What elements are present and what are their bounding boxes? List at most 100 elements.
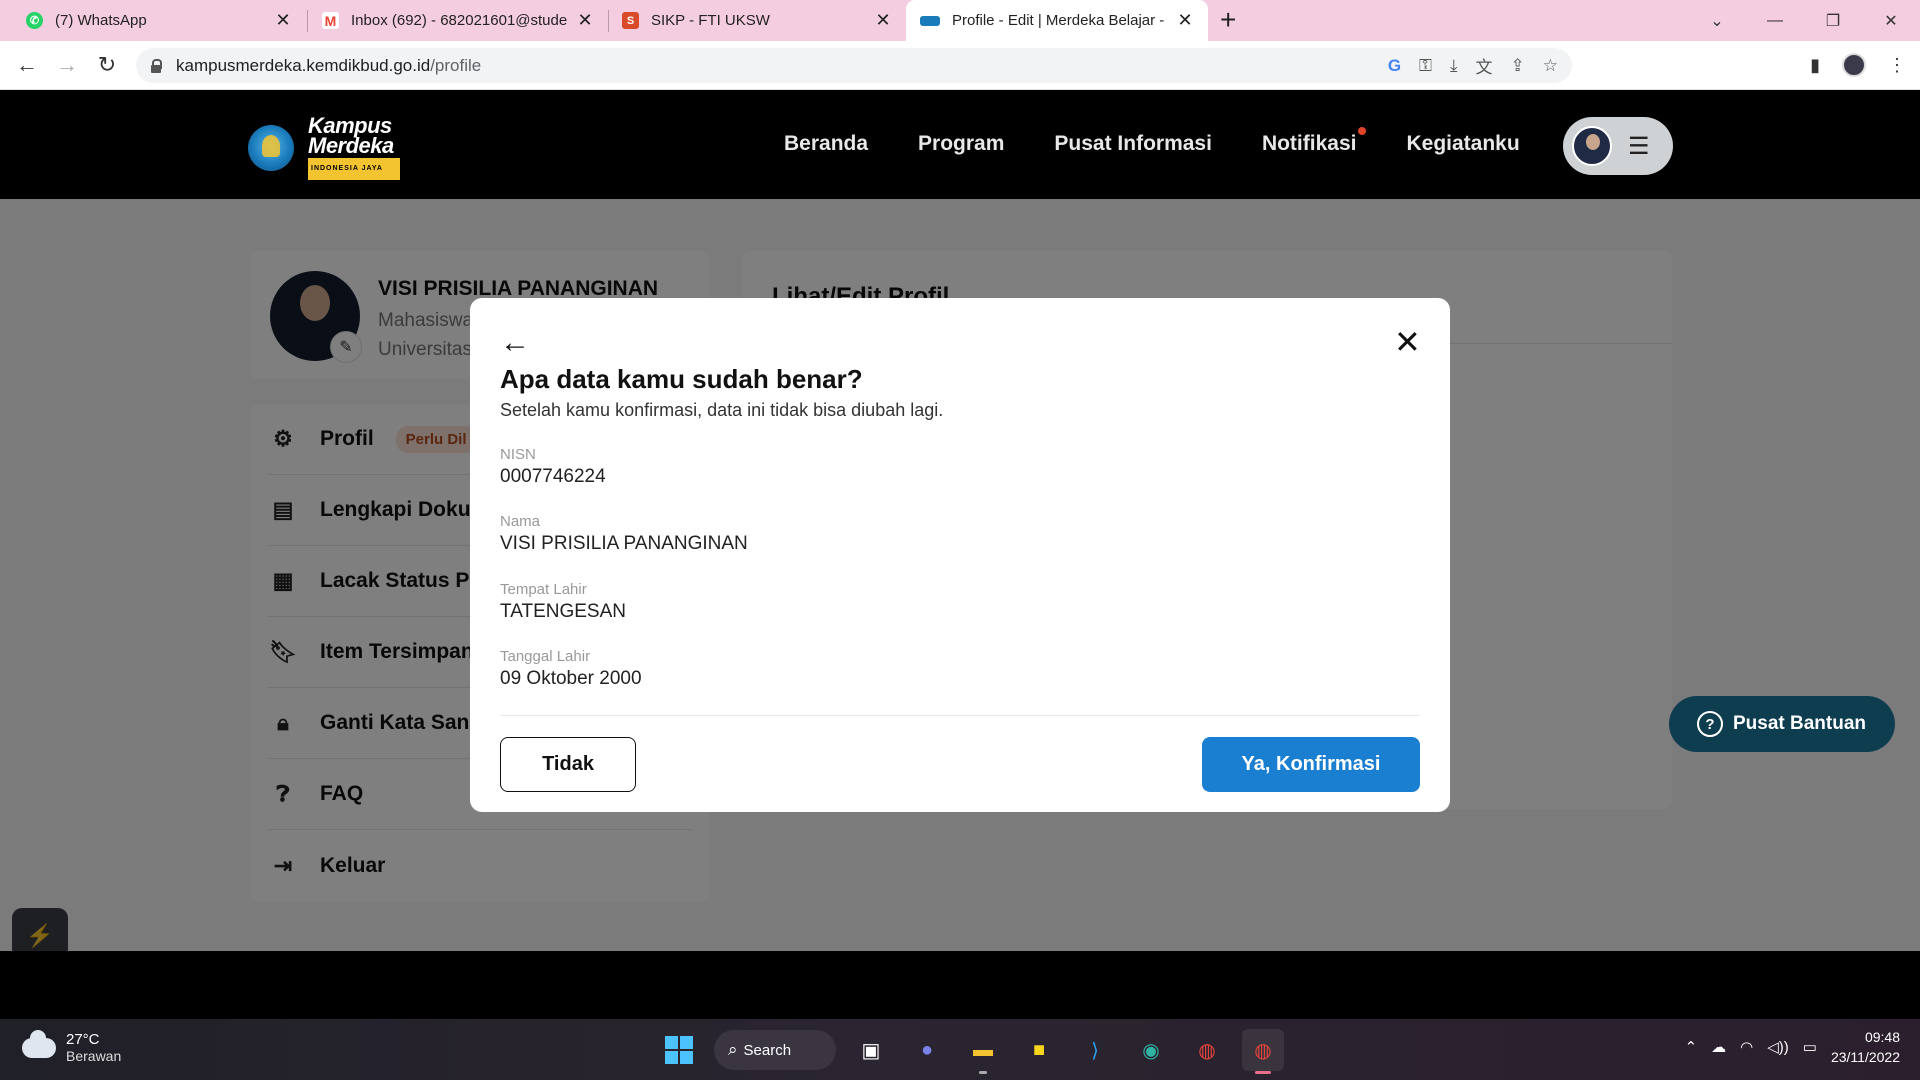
user-menu-button[interactable]: ☰ [1563, 117, 1673, 175]
modal-title: Apa data kamu sudah benar? [500, 364, 863, 394]
wifi-icon[interactable]: ◠ [1740, 1038, 1753, 1056]
close-tab-icon[interactable]: ✕ [1176, 10, 1194, 31]
help-button-label: Pusat Bantuan [1733, 713, 1867, 734]
weather-widget[interactable]: 27°C Berawan [22, 1029, 122, 1064]
help-question-icon: ? [1697, 711, 1723, 737]
volume-icon[interactable]: ◁)) [1767, 1038, 1789, 1056]
lock-icon[interactable] [150, 58, 162, 73]
field-value: 09 Oktober 2000 [500, 668, 642, 689]
field-value: TATENGESAN [500, 601, 626, 622]
chrome-icon[interactable]: ◍ [1186, 1029, 1228, 1071]
clock[interactable]: 09:48 23/11/2022 [1831, 1027, 1900, 1067]
field-label: Nama [500, 513, 541, 530]
tab-sikp[interactable]: S SIKP - FTI UKSW ✕ [596, 0, 906, 41]
translate-icon[interactable]: 文 [1476, 53, 1493, 78]
browser-tab-strip: ✆ (7) WhatsApp ✕ M Inbox (692) - 6820216… [0, 0, 1920, 41]
tab-profile-edit[interactable]: Profile - Edit | Merdeka Belajar - Kampu… [906, 0, 1208, 41]
url-path: /profile [430, 55, 482, 75]
confirm-data-modal: ← ✕ Apa data kamu sudah benar? Setelah k… [470, 298, 1450, 812]
omnibox-icons: G ⚿ ⤓ 文 ⇪ ☆ [1388, 48, 1558, 83]
key-icon[interactable]: ⚿ [1419, 56, 1432, 76]
field-value: 0007746224 [500, 466, 606, 487]
kampus-merdeka-logo[interactable]: Kampus Merdeka INDONESIA JAYA [248, 115, 400, 180]
forward-icon[interactable]: → [53, 52, 81, 78]
tab-gmail[interactable]: M Inbox (692) - 682021601@student.uksw.e… [298, 0, 608, 41]
field-label: NISN [500, 446, 536, 463]
sikp-icon: S [622, 12, 639, 29]
screen: ✆ (7) WhatsApp ✕ M Inbox (692) - 6820216… [0, 0, 1920, 1080]
tab-title: (7) WhatsApp [55, 12, 147, 29]
page-footer-area [0, 951, 1920, 1019]
close-icon[interactable]: ✕ [1394, 326, 1421, 358]
nav-pusat-informasi[interactable]: Pusat Informasi [1054, 132, 1212, 156]
restore-icon[interactable]: ❐ [1804, 11, 1862, 31]
share-icon[interactable]: ⇪ [1511, 56, 1525, 76]
google-icon[interactable]: G [1388, 56, 1401, 76]
start-button[interactable] [658, 1029, 700, 1071]
cloud-icon [22, 1029, 56, 1058]
teams-chat-icon[interactable]: ● [906, 1029, 948, 1071]
search-label: Search [743, 1041, 792, 1059]
field-value: VISI PRISILIA PANANGINAN [500, 533, 748, 554]
tab-whatsapp[interactable]: ✆ (7) WhatsApp ✕ [0, 0, 306, 41]
file-explorer-icon[interactable]: ▬ [962, 1029, 1004, 1074]
minimize-icon[interactable]: — [1746, 12, 1804, 30]
menu-kebab-icon[interactable]: ⋮ [1888, 55, 1906, 76]
system-tray: ⌃ ☁ ◠ ◁)) ▭ 09:48 23/11/2022 [1685, 1027, 1900, 1067]
battery-icon[interactable]: ▭ [1803, 1038, 1817, 1056]
task-view-icon[interactable]: ▣ [850, 1029, 892, 1071]
kampus-merdeka-icon [920, 15, 940, 26]
close-tab-icon[interactable]: ✕ [576, 10, 594, 31]
nav-notifikasi-label: Notifikasi [1261, 132, 1357, 155]
window-close-icon[interactable]: ✕ [1862, 11, 1920, 31]
tab-title: SIKP - FTI UKSW [651, 12, 770, 29]
logo-line-2: Merdeka [308, 133, 394, 158]
onedrive-cloud-icon[interactable]: ☁ [1711, 1038, 1726, 1056]
search-icon: ⌕ [728, 1040, 738, 1059]
confirm-button[interactable]: Ya, Konfirmasi [1202, 737, 1420, 792]
toolbar-right: ▮ ⋮ [1810, 53, 1906, 77]
close-tab-icon[interactable]: ✕ [274, 10, 292, 31]
tab-title: Inbox (692) - 682021601@student.uksw.edu [351, 12, 568, 29]
new-tab-button[interactable]: + [1220, 6, 1236, 34]
window-controls: ⌄ — ❐ ✕ [1688, 0, 1920, 41]
cancel-button[interactable]: Tidak [500, 737, 636, 792]
field-tempat-lahir: Tempat Lahir TATENGESAN [500, 581, 626, 623]
address-bar[interactable]: kampusmerdeka.kemdikbud.go.id/profile G … [136, 48, 1572, 83]
field-label: Tanggal Lahir [500, 648, 591, 665]
field-tanggal-lahir: Tanggal Lahir 09 Oktober 2000 [500, 648, 642, 690]
logo-wordmark: Kampus Merdeka INDONESIA JAYA [308, 115, 400, 180]
hamburger-icon: ☰ [1628, 132, 1650, 160]
close-tab-icon[interactable]: ✕ [874, 10, 892, 31]
chevron-up-icon[interactable]: ⌃ [1685, 1038, 1698, 1056]
modal-subtitle: Setelah kamu konfirmasi, data ini tidak … [500, 400, 944, 420]
url-host: kampusmerdeka.kemdikbud.go.id [176, 55, 431, 75]
chrome-profile-icon[interactable]: ◍ [1242, 1029, 1284, 1074]
weather-temperature: 27°C [66, 1031, 100, 1048]
nav-program[interactable]: Program [918, 132, 1004, 156]
clock-time: 09:48 [1864, 1029, 1900, 1045]
side-panel-icon[interactable]: ▮ [1810, 55, 1820, 76]
site-header: Kampus Merdeka INDONESIA JAYA Beranda Pr… [0, 90, 1920, 199]
avatar [1572, 126, 1612, 166]
windows-logo-icon [665, 1036, 693, 1064]
tab-title: Profile - Edit | Merdeka Belajar - Kampu… [952, 12, 1168, 29]
main-nav: Beranda Program Pusat Informasi Notifika… [784, 127, 1520, 156]
reload-icon[interactable]: ↻ [93, 52, 121, 78]
install-icon[interactable]: ⤓ [1450, 56, 1458, 76]
edge-icon[interactable]: ◉ [1130, 1029, 1172, 1071]
back-arrow-icon[interactable]: ← [500, 328, 530, 358]
sticky-notes-icon[interactable]: ■ [1018, 1029, 1060, 1071]
nav-notifikasi[interactable]: Notifikasi [1261, 127, 1367, 156]
vscode-icon[interactable]: ⟩ [1074, 1029, 1116, 1071]
profile-avatar-icon[interactable] [1842, 53, 1866, 77]
nav-kegiatanku[interactable]: Kegiatanku [1406, 132, 1519, 156]
back-icon[interactable]: ← [13, 52, 41, 78]
bookmark-star-icon[interactable]: ☆ [1543, 56, 1558, 76]
tab-search-icon[interactable]: ⌄ [1688, 11, 1746, 31]
nav-beranda[interactable]: Beranda [784, 132, 868, 156]
weather-description: Berawan [66, 1048, 122, 1064]
kemdikbud-emblem-icon [248, 125, 294, 171]
help-center-button[interactable]: ? Pusat Bantuan [1669, 696, 1895, 752]
taskbar-search[interactable]: ⌕ Search [714, 1030, 836, 1070]
